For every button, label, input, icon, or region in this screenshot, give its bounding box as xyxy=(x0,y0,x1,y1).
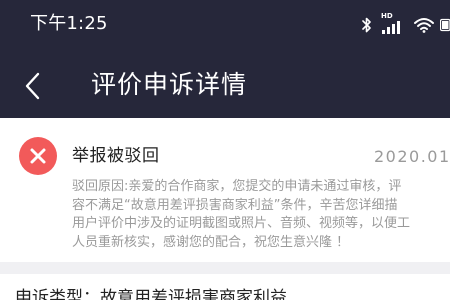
result-card: 举报被驳回 2020.01 驳回原因:亲爱的合作商家，您提交的申请未通过审核，评… xyxy=(0,118,450,262)
chevron-left-icon[interactable] xyxy=(22,71,44,101)
status-time: 下午1:25 xyxy=(30,13,108,34)
close-circle-icon xyxy=(19,137,57,175)
appeal-card: 申诉类型：故意用差评损害商家利益 xyxy=(0,274,450,300)
reject-reason-line: 人员重新核实，感谢您的配合，祝您生意兴隆 ！ xyxy=(72,234,350,250)
cellular-signal: HD xyxy=(380,12,404,34)
reject-reason-line: 驳回原因:亲爱的合作商家，您提交的申请未通过审核，评 xyxy=(72,179,402,194)
section-divider xyxy=(0,262,450,274)
reject-reason-line: 用户评价中涉及的证明截图或照片、音频、视频等，以便工 xyxy=(72,216,411,231)
result-title: 举报被驳回 xyxy=(72,146,160,166)
appeal-type: 申诉类型：故意用差评损害商家利益 xyxy=(15,288,287,300)
reject-reason: 驳回原因:亲爱的合作商家，您提交的申请未通过审核，评 容不满足“故意用差评损害商… xyxy=(72,178,450,252)
status-icons: HD xyxy=(362,12,450,36)
reject-reason-line: 容不满足“故意用差评损害商家利益”条件，辛苦您详细描 xyxy=(72,197,398,213)
wifi-icon xyxy=(414,18,434,33)
hd-badge: HD xyxy=(381,12,393,20)
cellular-signal-icon xyxy=(382,21,400,34)
bluetooth-icon xyxy=(362,17,371,33)
result-date: 2020.01 xyxy=(374,147,450,166)
battery-icon xyxy=(440,18,450,32)
nav-bar: 评价申诉详情 xyxy=(0,53,450,118)
status-bar: 下午1:25 HD xyxy=(0,0,450,53)
page-title: 评价申诉详情 xyxy=(91,70,248,99)
